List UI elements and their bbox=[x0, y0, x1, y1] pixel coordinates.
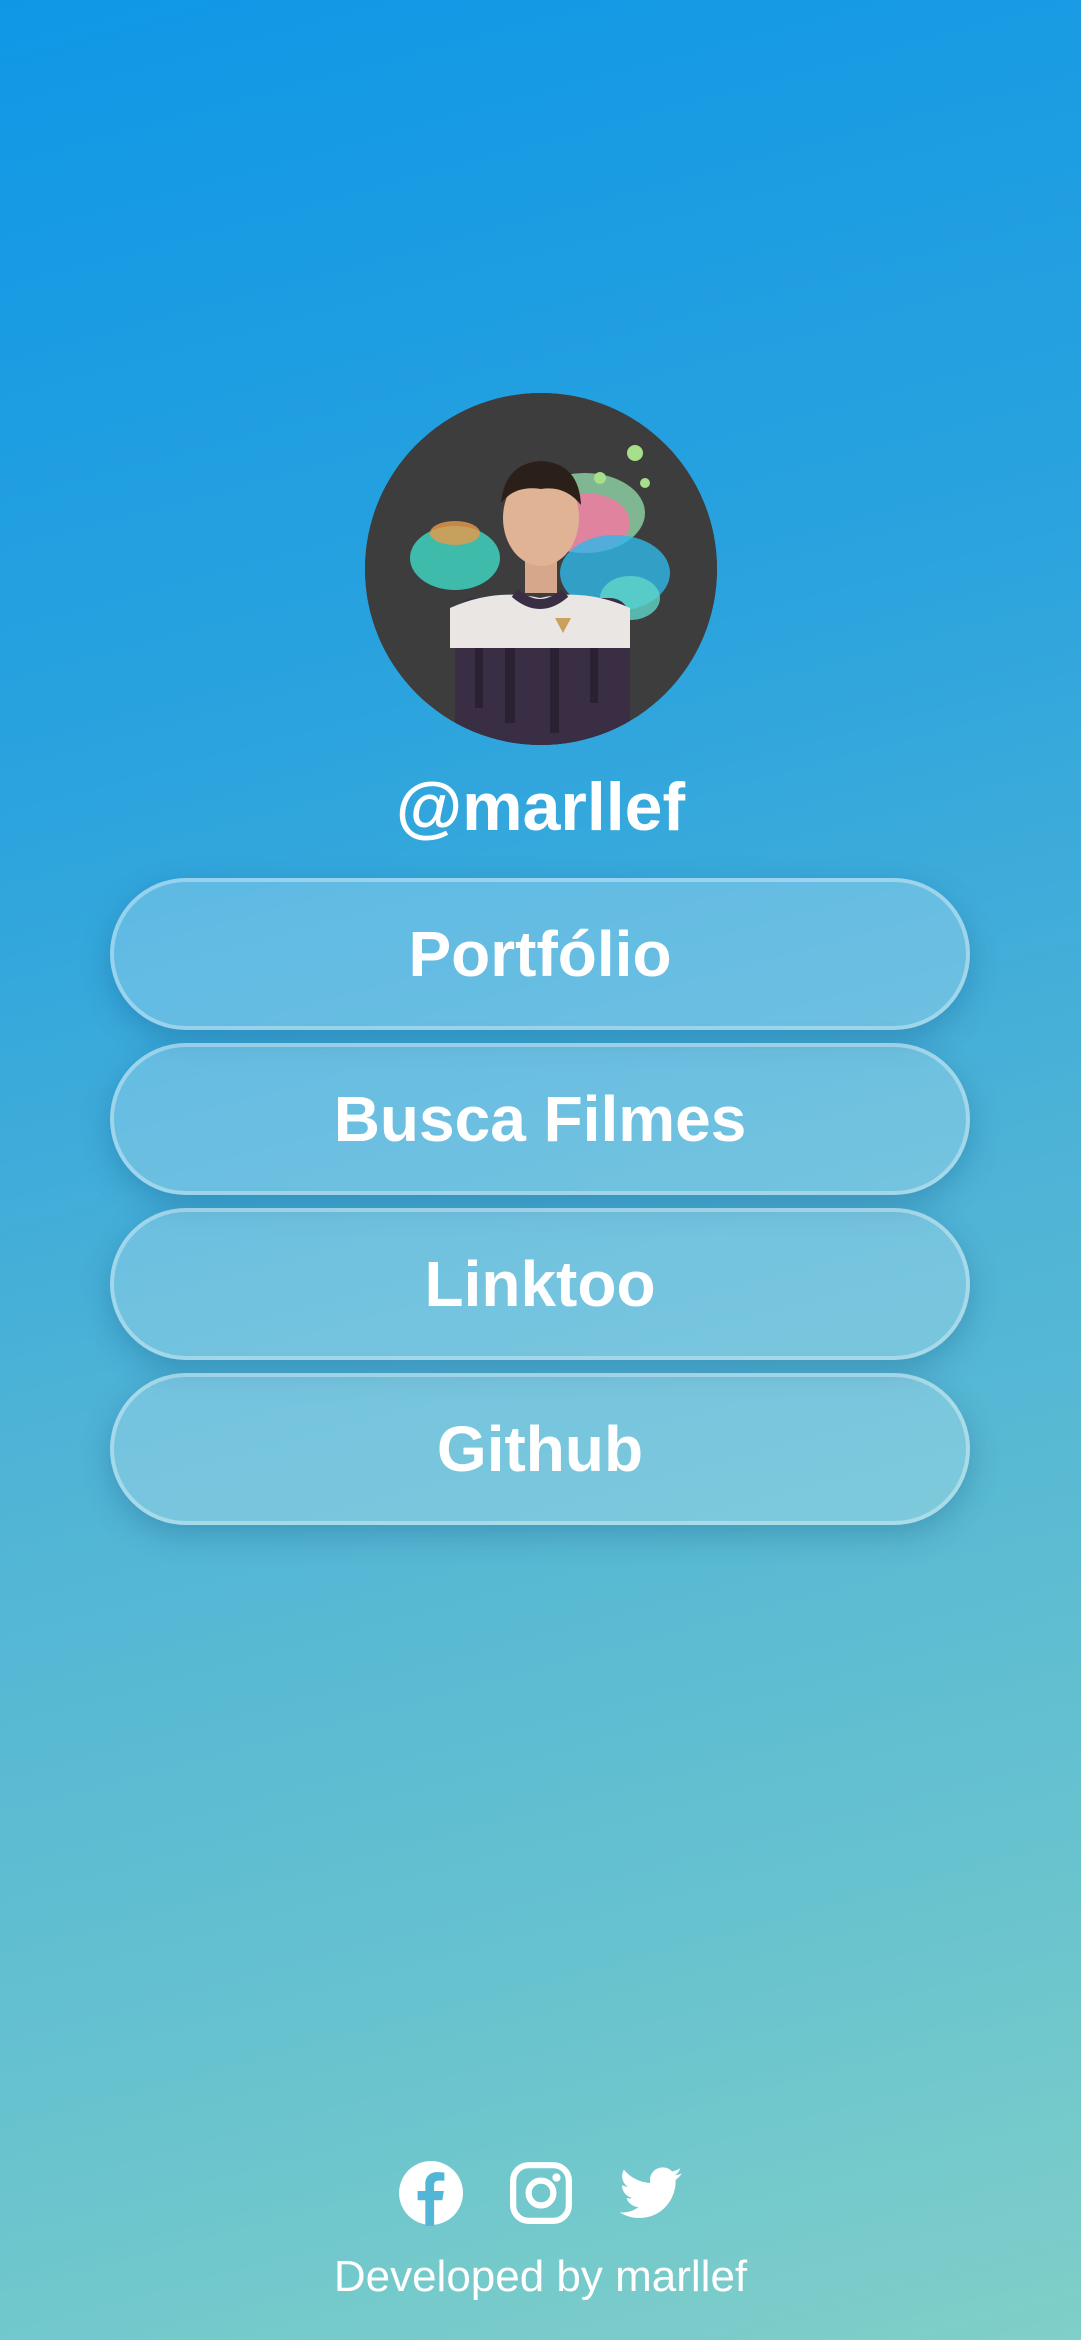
avatar bbox=[364, 393, 717, 745]
facebook-icon[interactable] bbox=[398, 2160, 464, 2226]
avatar-image bbox=[364, 393, 717, 745]
twitter-icon[interactable] bbox=[618, 2160, 684, 2226]
social-links bbox=[398, 2160, 684, 2226]
instagram-icon[interactable] bbox=[508, 2160, 574, 2226]
footer: Developed by marllef bbox=[0, 2160, 1081, 2304]
profile-section: @marllef bbox=[0, 393, 1081, 847]
username: @marllef bbox=[395, 769, 686, 845]
portfolio-link-button[interactable]: Portfólio bbox=[110, 878, 970, 1030]
github-link-button[interactable]: Github bbox=[110, 1373, 970, 1525]
link-list: Portfólio Busca Filmes Linktoo Github bbox=[110, 878, 970, 1538]
busca-filmes-link-button[interactable]: Busca Filmes bbox=[110, 1043, 970, 1195]
developer-credit: Developed by marllef bbox=[333, 2252, 748, 2301]
linktoo-link-button[interactable]: Linktoo bbox=[110, 1208, 970, 1360]
